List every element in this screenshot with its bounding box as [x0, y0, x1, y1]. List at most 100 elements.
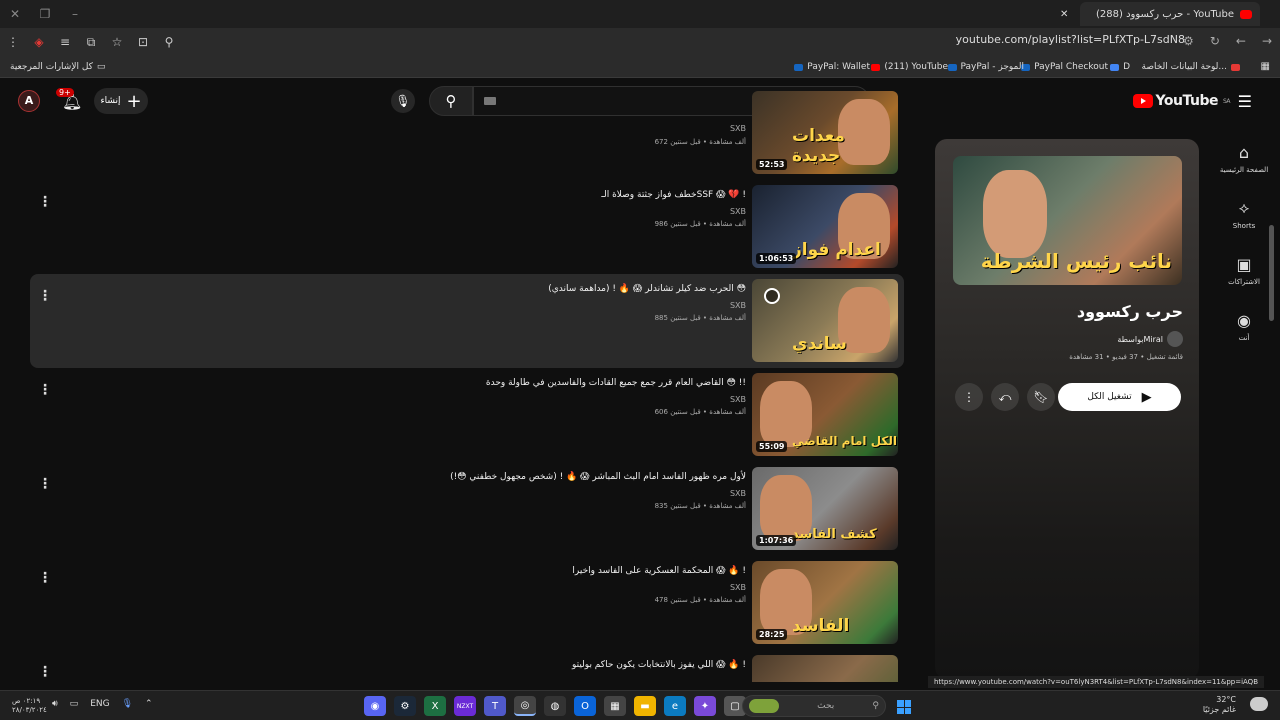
- more-options-icon[interactable]: ⋮: [955, 383, 983, 411]
- bookmark-label: PayPal - الموجز: [960, 62, 1025, 72]
- playlist-thumbnail[interactable]: نائب رئيس الشرطة: [953, 156, 1182, 285]
- edge-app-icon[interactable]: e: [664, 696, 686, 716]
- chrome-app-icon[interactable]: ◎: [514, 696, 536, 716]
- video-thumbnail[interactable]: الكل امام القاضي 55:09: [752, 373, 898, 456]
- list-item[interactable]: معدات جديدة 52:53 SXB 672 ألف مشاهدة • ق…: [30, 86, 904, 180]
- close-tab-icon[interactable]: ✕: [1060, 9, 1068, 20]
- list-item[interactable]: ⋮ كشف الفاسد 1:07:36 لأول مره ظهور الفاس…: [30, 462, 904, 556]
- extension-icon[interactable]: ◈: [26, 35, 52, 49]
- bookmark-star-icon[interactable]: ☆: [104, 35, 130, 49]
- list-item[interactable]: ⋮ الكل امام القاضي 55:09 القاضي العام قر…: [30, 368, 904, 462]
- teams-app-icon[interactable]: T: [484, 696, 506, 716]
- nzxt-app-icon[interactable]: NZXT: [454, 696, 476, 716]
- minimize-window-icon[interactable]: –: [60, 7, 90, 21]
- hamburger-menu-icon[interactable]: ☰: [1238, 92, 1252, 111]
- bookmark-item[interactable]: D: [1110, 62, 1130, 72]
- outlook-app-icon[interactable]: O: [574, 696, 596, 716]
- video-thumbnail[interactable]: اعدام فواز 1:06:53: [752, 185, 898, 268]
- video-thumbnail[interactable]: الفاسد 28:25: [752, 561, 898, 644]
- video-title[interactable]: اللي يفوز بالانتخابات يكون حاكم بوليتو 😱…: [572, 660, 746, 670]
- back-icon[interactable]: →: [1262, 34, 1272, 48]
- playlist-header-panel: نائب رئيس الشرطة حرب ركسوود بواسطةMiral …: [935, 139, 1199, 679]
- menu-icon[interactable]: ⋮: [0, 35, 26, 49]
- video-channel[interactable]: SXB: [730, 583, 746, 592]
- video-title[interactable]: خطف فواز جثتة وصلاة الـSSF 😱 💔 !: [601, 190, 746, 200]
- all-bookmarks[interactable]: كل الإشارات المرجعية ▭: [10, 62, 105, 72]
- bookmark-favicon-icon: [794, 63, 804, 71]
- microphone-tray-icon[interactable]: 🎙︎: [122, 699, 133, 709]
- video-thumbnail[interactable]: [752, 655, 898, 682]
- video-thumbnail[interactable]: كشف الفاسد 1:07:36: [752, 467, 898, 550]
- watch-later-icon[interactable]: [764, 288, 780, 304]
- close-window-icon[interactable]: ✕: [0, 7, 30, 21]
- file-explorer-app-icon[interactable]: ▬: [634, 696, 656, 716]
- address-bar[interactable]: youtube.com/playlist?list=PLfXTp-L7sdN8: [956, 33, 1185, 46]
- bookmark-item[interactable]: PayPal: Wallet: [794, 62, 870, 72]
- bookmark-favicon-icon: [1231, 63, 1240, 71]
- video-channel[interactable]: SXB: [730, 489, 746, 498]
- store-app-icon[interactable]: ▦: [604, 696, 626, 716]
- bookmark-item[interactable]: لوحة البيانات الخاصة...: [1142, 62, 1240, 72]
- reading-list-icon[interactable]: ≡: [52, 35, 78, 49]
- rail-item-home[interactable]: ⌂ الصفحة الرئيسية: [1208, 130, 1280, 186]
- bookmark-favicon-icon: [871, 63, 881, 71]
- windows-start-icon[interactable]: [897, 700, 911, 714]
- bookmark-item[interactable]: PayPal Checkout: [1021, 62, 1108, 72]
- list-item[interactable]: ⋮ الفاسد 28:25 المحكمة العسكرية على الفا…: [30, 556, 904, 650]
- video-meta: 672 ألف مشاهدة • قبل سنتين: [654, 138, 746, 146]
- share-icon[interactable]: ⤺: [991, 383, 1019, 411]
- video-more-icon[interactable]: ⋮: [38, 570, 52, 586]
- maximize-window-icon[interactable]: ❐: [30, 7, 60, 21]
- video-more-icon[interactable]: ⋮: [38, 194, 52, 210]
- excel-app-icon[interactable]: X: [424, 696, 446, 716]
- install-app-icon[interactable]: ⊡: [130, 35, 156, 49]
- obs-app-icon[interactable]: ◍: [544, 696, 566, 716]
- steam-app-icon[interactable]: ⚙: [394, 696, 416, 716]
- show-hidden-icons-icon[interactable]: ⌃: [145, 699, 153, 709]
- network-icon[interactable]: ▭: [70, 699, 79, 709]
- bookmark-item[interactable]: (211) YouTube: [871, 62, 948, 72]
- bookmarks-bar: كل الإشارات المرجعية ▭ لوحة البيانات الخ…: [0, 56, 1280, 78]
- copilot-app-icon[interactable]: ✦: [694, 696, 716, 716]
- video-more-icon[interactable]: ⋮: [38, 664, 52, 680]
- video-thumbnail[interactable]: معدات جديدة 52:53: [752, 91, 898, 174]
- clock[interactable]: ٠٢:١٩ ص ٢٨/٠٣/٢٠٢٤: [12, 697, 47, 715]
- bookmark-item[interactable]: PayPal - الموجز: [947, 62, 1025, 72]
- windows-taskbar: ٠٢:١٩ ص ٢٨/٠٣/٢٠٢٤ 🔊︎ ▭ ENG 🎙︎ ⌃ ◉ ⚙ X N…: [0, 690, 1280, 720]
- video-more-icon[interactable]: ⋮: [38, 476, 52, 492]
- bookmark-label: PayPal Checkout: [1034, 62, 1108, 72]
- language-indicator[interactable]: ENG: [90, 699, 109, 709]
- forward-icon[interactable]: ←: [1236, 34, 1246, 48]
- playlist-owner[interactable]: بواسطةMiral: [1117, 331, 1183, 347]
- youtube-logo[interactable]: YouTube SA: [1132, 93, 1231, 109]
- browser-tab-youtube[interactable]: ✕ (288) حرب ركسوود - YouTube: [1060, 2, 1260, 26]
- volume-icon[interactable]: 🔊︎: [52, 699, 58, 709]
- list-item[interactable]: ⋮ اللي يفوز بالانتخابات يكون حاكم بوليتو…: [30, 650, 904, 682]
- bookmark-favicon-icon: [947, 63, 957, 71]
- extensions-puzzle-icon[interactable]: ⧉: [78, 35, 104, 50]
- video-more-icon[interactable]: ⋮: [38, 382, 52, 398]
- you-icon: ◉: [1237, 310, 1251, 330]
- save-playlist-icon[interactable]: 🔖︎: [1027, 383, 1055, 411]
- discord-app-icon[interactable]: ◉: [364, 696, 386, 716]
- reload-icon[interactable]: ↻: [1210, 34, 1220, 48]
- play-icon: ▶: [1141, 389, 1152, 405]
- video-channel[interactable]: SXB: [730, 301, 746, 310]
- list-item-hovered[interactable]: ⋮ ساندي الحرب ضد كيلر تشاندلر 😱 🔥 ! (مدا…: [30, 274, 904, 368]
- apps-grid-icon[interactable]: ▦: [1261, 61, 1270, 72]
- video-channel[interactable]: SXB: [730, 124, 746, 133]
- zoom-icon[interactable]: ⚲: [156, 35, 182, 49]
- site-settings-icon[interactable]: ⚙: [1183, 34, 1194, 48]
- page-scrollbar[interactable]: [1269, 225, 1274, 321]
- play-all-button[interactable]: تشغيل الكل ▶: [1058, 383, 1181, 411]
- list-item[interactable]: ⋮ اعدام فواز 1:06:53 خطف فواز جثتة وصلاة…: [30, 180, 904, 274]
- video-channel[interactable]: SXB: [730, 395, 746, 404]
- taskbar-search[interactable]: بحث ⚲: [742, 695, 886, 717]
- video-title[interactable]: لأول مره ظهور الفاسد امام البث المباشر 😱…: [450, 472, 746, 482]
- video-title[interactable]: القاضي العام قرر جمع جميع القادات والفاس…: [486, 378, 746, 388]
- weather-widget[interactable]: 32°C غائم جزئيًا: [1203, 695, 1236, 715]
- video-title[interactable]: الحرب ضد كيلر تشاندلر 😱 🔥 ! (مداهمة ساند…: [548, 284, 746, 294]
- video-channel[interactable]: SXB: [730, 207, 746, 216]
- video-more-icon[interactable]: ⋮: [38, 288, 52, 304]
- video-title[interactable]: المحكمة العسكرية على الفاسد واخيرا 😱 🔥 !: [572, 566, 746, 576]
